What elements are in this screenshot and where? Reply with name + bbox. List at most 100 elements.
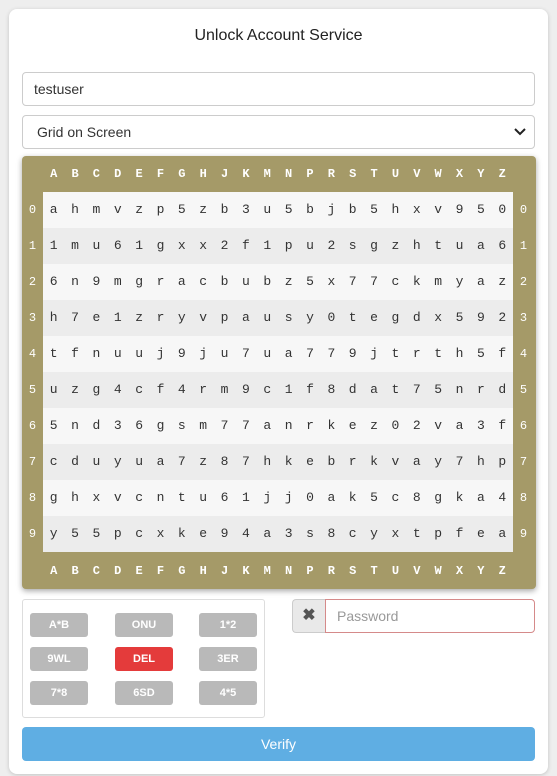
keypad-key[interactable]: A*B — [30, 613, 88, 637]
keypad-key[interactable]: 7*8 — [30, 681, 88, 705]
grid-cell: x — [92, 490, 101, 505]
grid-cell: 3 — [476, 418, 485, 433]
grid-cell: 9 — [476, 310, 485, 325]
grid-cell: e — [348, 418, 357, 433]
grid-column-label: V — [413, 167, 421, 181]
grid-cell: h — [49, 310, 58, 325]
grid-cell: m — [434, 274, 443, 289]
chevron-down-icon — [514, 128, 526, 136]
grid-cell: z — [284, 274, 293, 289]
grid-mode-select[interactable]: Grid on Screen — [22, 115, 535, 149]
grid-column-header-top: ABCDEFGHJKMNPRSTUVWXYZ — [43, 164, 513, 184]
grid-cell: y — [434, 454, 443, 469]
grid-cell: a — [284, 346, 293, 361]
grid-column-label: F — [156, 167, 165, 181]
grid-cell: c — [49, 454, 58, 469]
grid-cell: 4 — [177, 382, 186, 397]
grid-cell: p — [284, 238, 293, 253]
grid-cell: v — [113, 490, 122, 505]
grid-column-header-bottom: ABCDEFGHJKMNPRSTUVWXYZ — [43, 561, 513, 581]
grid-row-label: 5 — [28, 383, 37, 397]
grid-column-label: T — [370, 167, 378, 181]
grid-cell: v — [199, 310, 208, 325]
grid-column-label: D — [114, 564, 122, 578]
grid-cell: 8 — [220, 454, 229, 469]
grid-cell: t — [177, 490, 186, 505]
grid-cell: 5 — [306, 274, 314, 289]
grid-cell: v — [113, 202, 122, 217]
grid-row-label: 9 — [519, 527, 528, 541]
grid-cell: n — [71, 274, 79, 289]
grid-row: y55pcxke94a3s8cyxtpfea — [43, 516, 513, 552]
grid-cell: m — [92, 202, 101, 217]
grid-row-label: 0 — [28, 203, 37, 217]
password-input[interactable] — [325, 599, 535, 633]
grid-column-label: M — [263, 167, 271, 181]
delete-key[interactable]: DEL — [115, 647, 173, 671]
grid-row-label: 0 — [519, 203, 528, 217]
grid-cell: 4 — [242, 526, 250, 541]
grid-cell: n — [156, 490, 165, 505]
grid-cell: u — [306, 238, 314, 253]
grid-cell: f — [306, 382, 314, 397]
grid-cell: f — [71, 346, 79, 361]
grid-cell: a — [476, 490, 485, 505]
grid-row-label: 6 — [519, 419, 528, 433]
grid-cell: x — [177, 238, 186, 253]
grid-row-label: 6 — [28, 419, 37, 433]
grid-cell: h — [391, 202, 400, 217]
keypad-key[interactable]: ONU — [115, 613, 173, 637]
grid-cell: 1 — [135, 238, 144, 253]
grid-cell: z — [71, 382, 79, 397]
verify-button[interactable]: Verify — [22, 727, 535, 761]
grid-cell: t — [391, 382, 400, 397]
keypad-key[interactable]: 3ER — [199, 647, 257, 671]
grid-cell: 1 — [263, 238, 272, 253]
grid-cell: 5 — [370, 490, 378, 505]
grid-cell: 0 — [498, 202, 507, 217]
clear-password-button[interactable]: ✖ — [292, 599, 325, 633]
grid-column-label: Y — [477, 167, 485, 181]
grid-column-label: C — [92, 564, 100, 578]
grid-cell: a — [327, 490, 336, 505]
grid-cell: a — [177, 274, 186, 289]
grid-cell: c — [391, 490, 400, 505]
grid-cell: p — [220, 310, 229, 325]
username-input[interactable] — [22, 72, 535, 106]
grid-cell: z — [391, 238, 400, 253]
grid-cell: u — [199, 490, 208, 505]
grid-cell: g — [391, 310, 400, 325]
grid-cell: a — [412, 454, 421, 469]
keypad-key[interactable]: 1*2 — [199, 613, 257, 637]
grid-cell: r — [348, 454, 357, 469]
grid-cell: h — [263, 454, 272, 469]
grid-cell: 2 — [498, 310, 507, 325]
grid-cell: 2 — [220, 238, 229, 253]
grid-cell: g — [370, 238, 378, 253]
grid-cell: t — [348, 310, 357, 325]
grid-cell: 5 — [71, 526, 79, 541]
grid-cell: a — [476, 274, 485, 289]
grid-cell: a — [263, 418, 272, 433]
keypad-key[interactable]: 4*5 — [199, 681, 257, 705]
grid-cell: 6 — [113, 238, 122, 253]
grid-cell: v — [434, 418, 443, 433]
grid-cell: z — [370, 418, 378, 433]
grid-cell: 5 — [476, 202, 485, 217]
grid-cell: z — [135, 202, 144, 217]
grid-column-label: P — [306, 167, 314, 181]
grid-cell: c — [135, 382, 144, 397]
keypad-key[interactable]: 6SD — [115, 681, 173, 705]
grid-row-labels-left: 0 1 2 3 4 5 6 7 8 9 — [22, 192, 43, 552]
grid-cell: 7 — [71, 310, 79, 325]
grid-cell: 5 — [476, 346, 485, 361]
grid-row-label: 9 — [28, 527, 37, 541]
grid-row-label: 7 — [519, 455, 528, 469]
grid-cell: u — [263, 346, 272, 361]
grid-cell: f — [455, 526, 464, 541]
grid-column-label: X — [455, 564, 464, 578]
grid-row-label: 5 — [519, 383, 528, 397]
keypad-key[interactable]: 9WL — [30, 647, 88, 671]
grid-column-label: V — [413, 564, 421, 578]
grid-row-label: 2 — [519, 275, 528, 289]
